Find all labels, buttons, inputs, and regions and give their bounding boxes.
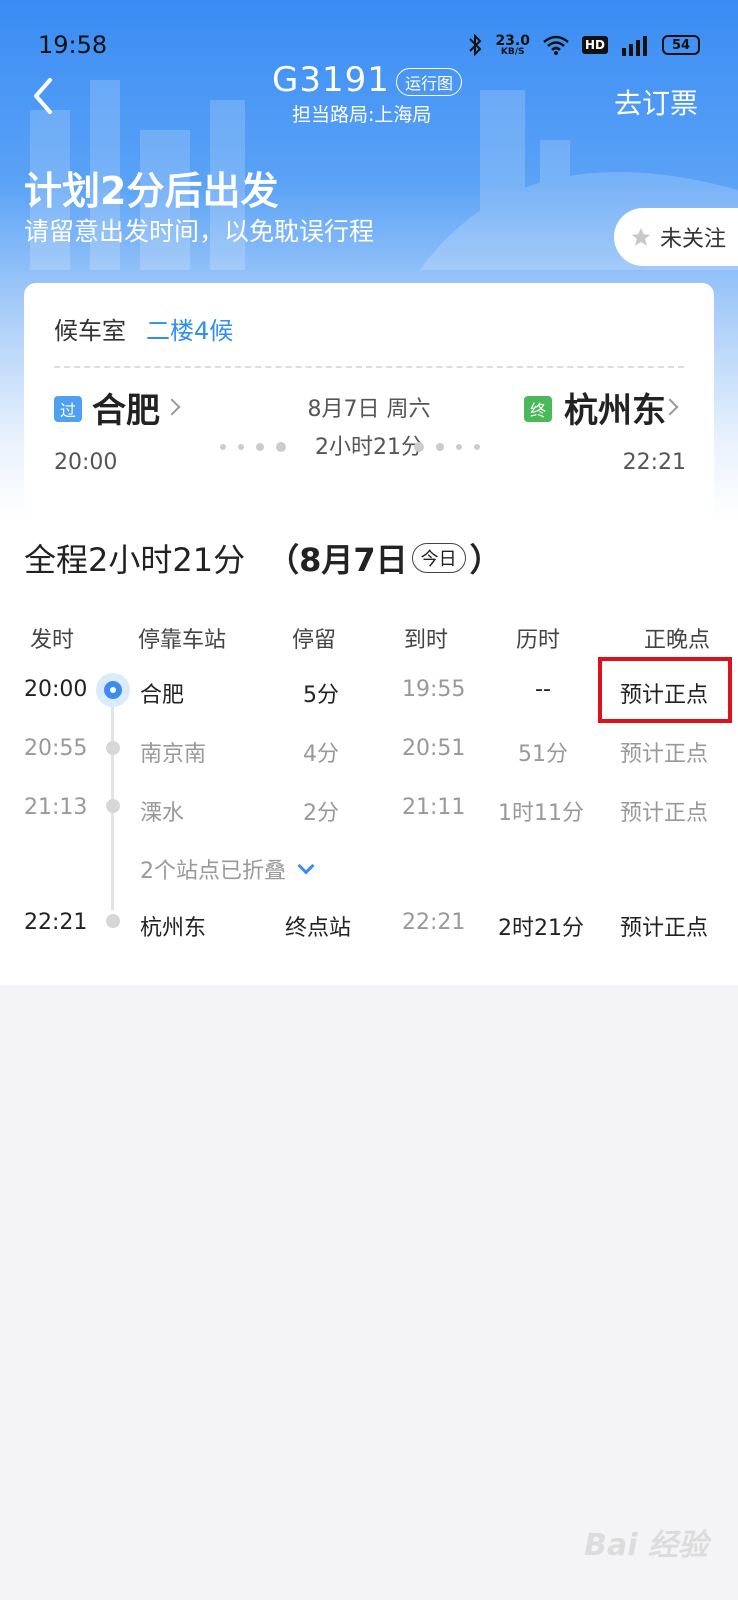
bluetooth-icon [469,33,482,57]
row-arrive: 20:51 [402,736,466,761]
nav-bar: G3191 运行图 担当路局:上海局 去订票 [0,60,738,130]
row-station: 溧水 [140,801,185,826]
row-stop: 4分 [303,742,339,767]
wifi-icon [543,35,569,55]
table-row[interactable]: 22:21 杭州东 终点站 22:21 2时21分 预计正点 [0,910,738,968]
status-highlight-box [598,657,732,723]
departure-reminder: 请留意出发时间，以免耽误行程 [24,217,375,246]
row-depart: 20:55 [24,736,88,761]
departure-countdown: 计划2分后出发 [24,169,279,213]
back-arrow-icon[interactable] [26,74,66,118]
hd-badge: HD [581,36,608,54]
book-ticket-button[interactable]: 去订票 [614,82,698,122]
row-elapsed: 51分 [518,742,568,767]
divider [54,366,684,368]
row-elapsed: 1时11分 [498,801,584,826]
row-elapsed: -- [535,677,551,702]
total-duration: 全程2小时21分 [24,541,246,579]
row-arrive: 21:11 [402,795,466,820]
row-depart: 20:00 [24,677,88,702]
header-status: 正晚点 [644,628,711,653]
baidu-watermark: Bai 经验 [584,1528,708,1563]
row-station: 南京南 [140,742,207,767]
terminal-station-tag: 终 [524,396,552,422]
row-station: 杭州东 [140,916,207,941]
header-depart: 发时 [30,628,75,653]
header-arrive: 到时 [404,628,449,653]
to-time: 22:21 [622,450,686,475]
close-paren: ） [469,541,502,579]
row-elapsed: 2时21分 [498,916,584,941]
row-stop: 终点站 [285,916,352,941]
header-stop: 停留 [292,628,337,653]
table-row[interactable]: 21:13 溧水 2分 21:11 1时11分 预计正点 [0,795,738,853]
status-icons: 23.0 KB/S HD 54 [467,33,700,57]
today-badge: 今日 [411,543,466,573]
waiting-room-value: 二楼4候 [146,317,234,345]
open-paren: （ [267,541,300,579]
net-speed: 23.0 KB/S [495,32,530,57]
train-number: G3191 [272,60,390,100]
collapsed-stations-toggle[interactable]: 2个站点已折叠 [140,853,315,885]
collapsed-label: 2个站点已折叠 [140,859,286,884]
follow-button[interactable]: 未关注 [614,208,738,266]
clock: 19:58 [38,31,108,59]
battery-indicator: 54 [662,35,700,55]
header-elapsed: 历时 [516,628,561,653]
row-stop: 2分 [303,801,339,826]
row-arrive: 22:21 [402,910,466,935]
follow-label: 未关注 [660,227,727,252]
status-bar: 19:58 23.0 KB/S HD 54 [38,28,700,62]
duration-dots-right [414,442,480,452]
signal-icon [622,36,647,56]
row-status: 预计正点 [620,742,709,767]
route-map-button[interactable]: 运行图 [396,68,463,96]
travel-duration: 2小时21分 [315,435,423,460]
header-station: 停靠车站 [138,628,227,653]
bureau-label: 担当路局:上海局 [292,104,432,126]
trip-card: 候车室 二楼4候 过 合肥 20:00 8月7日 周六 2小时21分 终 杭州东… [24,283,714,515]
row-arrive: 19:55 [402,677,466,702]
chevron-down-icon [297,857,315,875]
summary-date: 8月7日 [299,541,408,579]
row-status: 预计正点 [620,916,709,941]
table-row[interactable]: 20:55 南京南 4分 20:51 51分 预计正点 [0,736,738,794]
row-status: 预计正点 [620,801,709,826]
row-depart: 22:21 [24,910,88,935]
to-station[interactable]: 杭州东 [564,383,666,432]
star-icon [631,227,651,246]
trip-summary: 全程2小时21分 （ 8月7日 今日 ） [24,535,502,581]
waiting-room-label: 候车室 [54,317,126,345]
row-station: 合肥 [140,683,185,708]
row-stop: 5分 [303,683,339,708]
row-depart: 21:13 [24,795,88,820]
